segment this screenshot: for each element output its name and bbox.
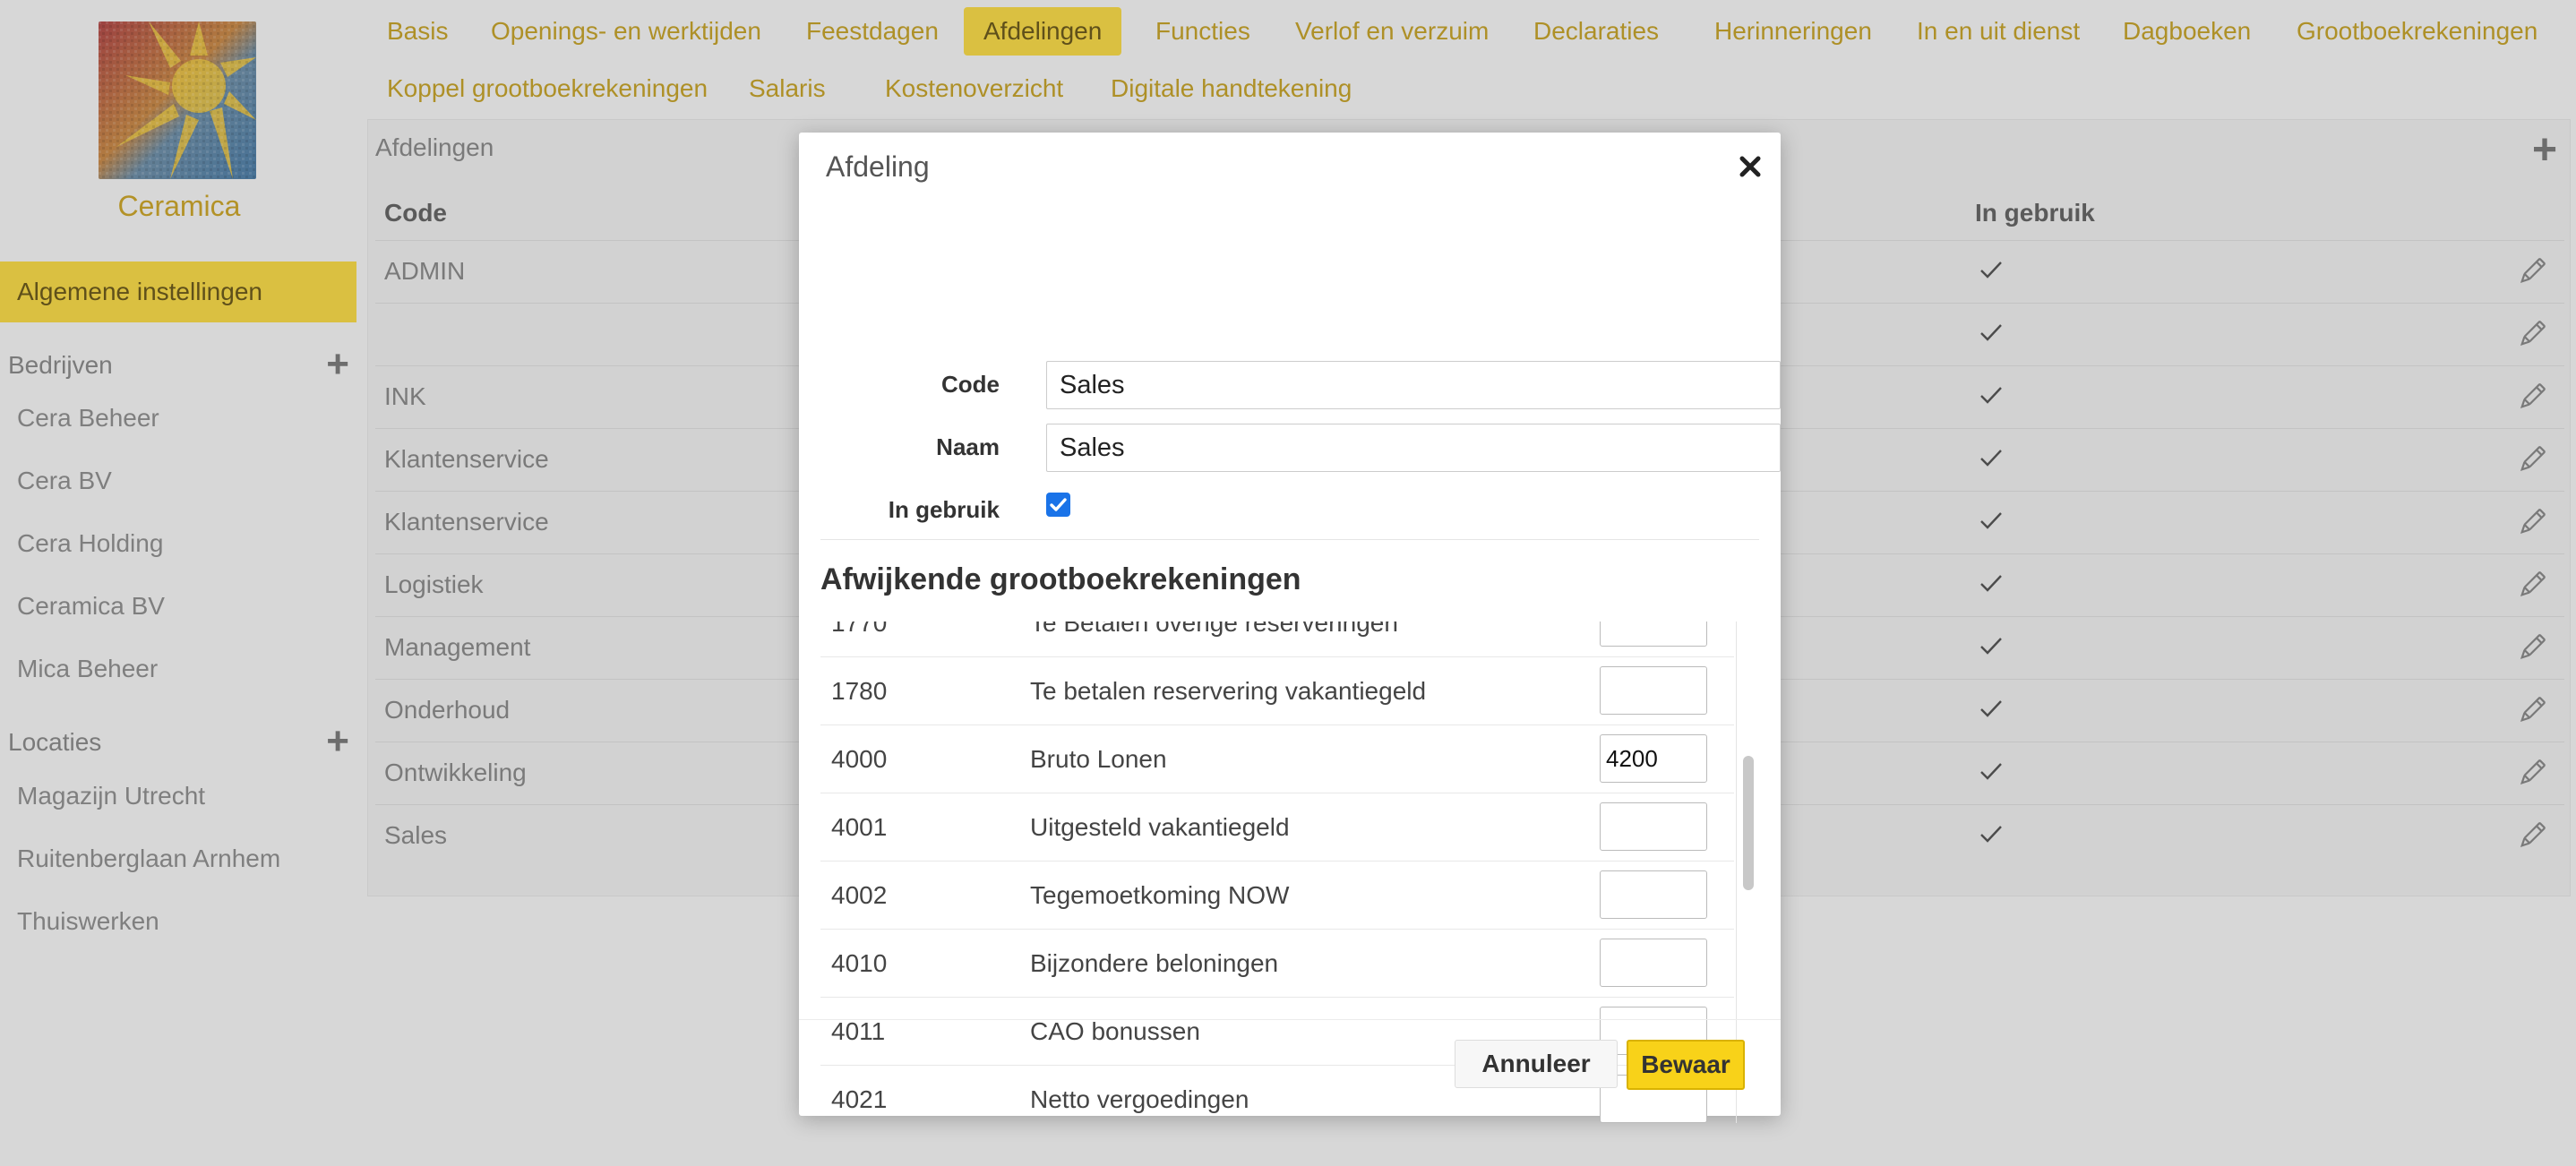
in-gebruik-checkbox[interactable] [1046,493,1070,517]
close-icon[interactable] [1738,154,1763,179]
account-row: 4010 Bijzondere beloningen [820,930,1734,998]
account-description: Te Betalen overige reserveringen [1030,622,1398,637]
naam-label: Naam [936,433,1000,460]
account-number: 4000 [831,745,888,773]
account-description: Bijzondere beloningen [1030,949,1279,977]
account-override-input[interactable] [1600,870,1707,919]
divider [820,539,1759,540]
modal-body: Code Naam In gebruik Afwijkende grootboe… [820,213,1781,1123]
save-button[interactable]: Bewaar [1627,1040,1745,1090]
account-number: 4010 [831,949,888,977]
account-number: 4001 [831,813,888,841]
scrollbar-thumb[interactable] [1743,756,1754,890]
account-description: Tegemoetkoming NOW [1030,881,1290,909]
account-row: 1780 Te betalen reservering vakantiegeld [820,657,1734,725]
modal-footer: Annuleer Bewaar [799,1019,1781,1116]
account-override-input[interactable] [1600,666,1707,715]
code-label: Code [941,371,1000,398]
account-description: Uitgesteld vakantiegeld [1030,813,1290,841]
account-number: 4002 [831,881,888,909]
afdeling-modal: Afdeling Code Naam In gebruik Afwijkende… [799,133,1781,1123]
account-override-input[interactable] [1600,802,1707,851]
account-number: 1780 [831,677,888,705]
code-input[interactable] [1046,361,1781,409]
checkmark-icon [1050,498,1067,511]
account-row: 4001 Uitgesteld vakantiegeld [820,793,1734,862]
account-row: 4002 Tegemoetkoming NOW [820,862,1734,930]
account-number: 1770 [831,622,888,637]
modal-title: Afdeling [826,150,930,183]
account-description: Te betalen reservering vakantiegeld [1030,677,1427,705]
account-row: 4000 Bruto Lonen [820,725,1734,793]
account-override-input[interactable] [1600,622,1707,647]
account-row: 1770 Te Betalen overige reserveringen [820,622,1734,657]
account-override-input[interactable] [1600,939,1707,987]
account-override-input[interactable] [1600,734,1707,783]
cancel-button[interactable]: Annuleer [1455,1040,1618,1088]
naam-input[interactable] [1046,424,1781,472]
afwijkende-grootboekrekeningen-heading: Afwijkende grootboekrekeningen [820,562,1301,596]
in-gebruik-label: In gebruik [888,496,1000,523]
account-description: Bruto Lonen [1030,745,1167,773]
